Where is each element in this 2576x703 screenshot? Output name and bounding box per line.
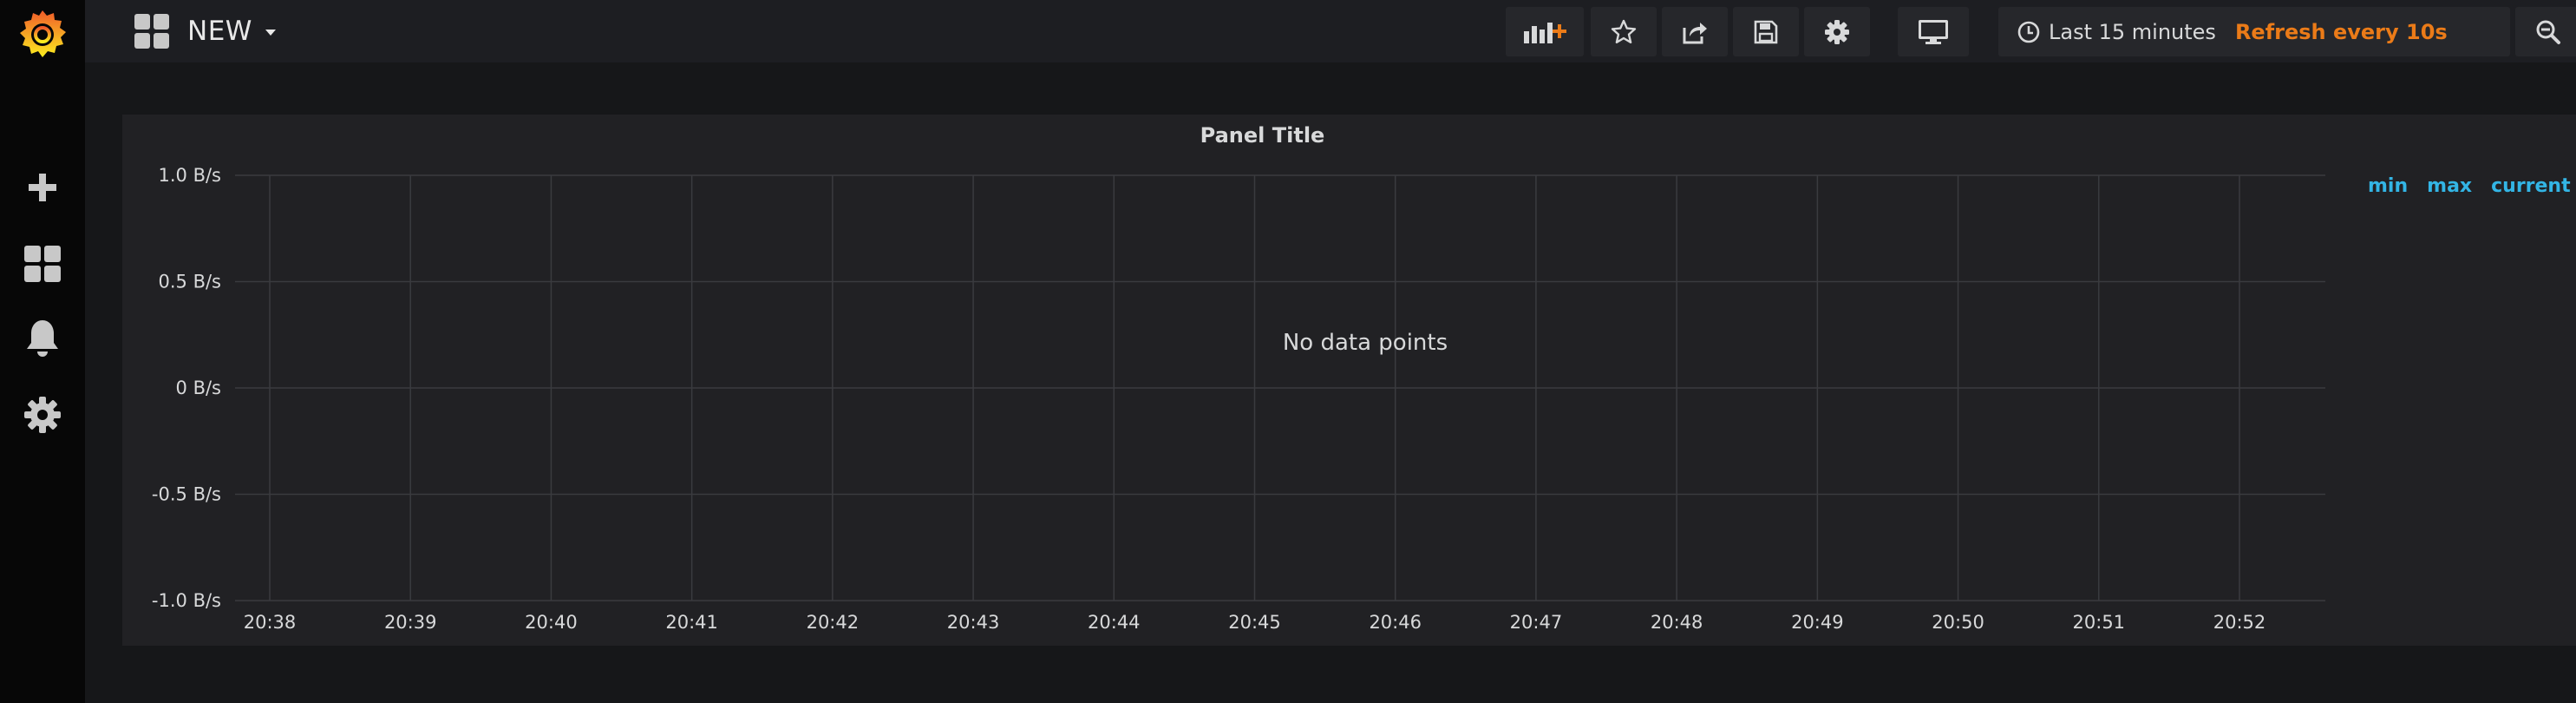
- save-icon: [1754, 20, 1778, 43]
- y-tick-label: 1.0 B/s: [159, 165, 222, 186]
- share-icon: [1683, 22, 1707, 43]
- graph-panel: Panel Title 1.0 B/s 0.5 B/s 0 B/s -0.5 B/s -…: [122, 115, 2576, 646]
- dashboard-grid-icon: [134, 14, 169, 49]
- time-range-label: Last 15 minutes: [2049, 19, 2216, 44]
- x-tick-label: 20:43: [947, 612, 1000, 633]
- zoom-out-button[interactable]: [2515, 7, 2576, 56]
- clock-icon: [2017, 21, 2040, 43]
- tv-mode-button[interactable]: [1898, 7, 1969, 56]
- x-tick-label: 20:44: [1088, 612, 1141, 633]
- sidemenu-alerting[interactable]: [0, 304, 85, 373]
- plus-icon: [29, 174, 56, 201]
- x-tick-label: 20:51: [2073, 612, 2126, 633]
- graph-canvas: 1.0 B/s 0.5 B/s 0 B/s -0.5 B/s -1.0 B/s 20:38…: [152, 165, 2325, 633]
- legend-column-max[interactable]: max: [2427, 175, 2472, 197]
- x-tick-label: 20:41: [665, 612, 718, 633]
- settings-button[interactable]: [1804, 7, 1870, 56]
- x-tick-label: 20:50: [1932, 612, 1984, 633]
- caret-down-icon: [265, 30, 276, 36]
- refresh-interval-label: Refresh every 10s: [2234, 19, 2448, 44]
- x-tick-label: 20:40: [525, 612, 578, 633]
- dashboard-title: NEW: [187, 16, 252, 47]
- share-button[interactable]: [1662, 7, 1728, 56]
- x-tick-label: 20:39: [384, 612, 437, 633]
- y-tick-label: -1.0 B/s: [152, 590, 221, 611]
- x-tick-label: 20:45: [1228, 612, 1281, 633]
- star-button[interactable]: [1591, 7, 1657, 56]
- gear-icon: [1825, 19, 1849, 44]
- x-tick-label: 20:42: [807, 612, 860, 633]
- y-tick-label: -0.5 B/s: [152, 484, 221, 505]
- x-tick-label: 20:49: [1791, 612, 1844, 633]
- x-tick-label: 20:52: [2213, 612, 2266, 633]
- legend-column-min[interactable]: min: [2368, 175, 2408, 197]
- bell-icon: [27, 320, 58, 357]
- y-tick-label: 0.5 B/s: [159, 272, 222, 292]
- x-tick-label: 20:48: [1651, 612, 1703, 633]
- add-panel-icon: [1524, 22, 1566, 43]
- x-tick-label: 20:46: [1369, 612, 1422, 633]
- save-button[interactable]: [1733, 7, 1799, 56]
- search-minus-icon: [2536, 20, 2560, 44]
- x-tick-label: 20:47: [1510, 612, 1563, 633]
- grafana-logo[interactable]: [0, 0, 85, 69]
- x-tick-label: 20:38: [244, 612, 297, 633]
- grafana-logo-icon: [20, 10, 66, 57]
- y-tick-label: 0 B/s: [176, 378, 221, 398]
- no-data-message: No data points: [1282, 330, 1448, 356]
- monitor-icon: [1919, 19, 1948, 44]
- navbar: NEW Last 15 minutes Refresh every 10s: [85, 0, 2576, 62]
- star-icon: [1611, 19, 1637, 43]
- side-menu: [0, 0, 85, 703]
- sidemenu-create[interactable]: [0, 153, 85, 222]
- sidemenu-dashboards[interactable]: [0, 229, 85, 299]
- graph-legend: min max current: [2368, 175, 2571, 197]
- add-panel-button[interactable]: [1506, 7, 1584, 56]
- legend-column-current[interactable]: current: [2491, 175, 2571, 197]
- gear-icon: [24, 397, 61, 433]
- time-picker[interactable]: Last 15 minutes Refresh every 10s: [1998, 7, 2510, 56]
- dashboard-picker[interactable]: NEW: [134, 0, 277, 62]
- dashboard-grid-icon: [24, 246, 61, 282]
- sidemenu-configuration[interactable]: [0, 380, 85, 450]
